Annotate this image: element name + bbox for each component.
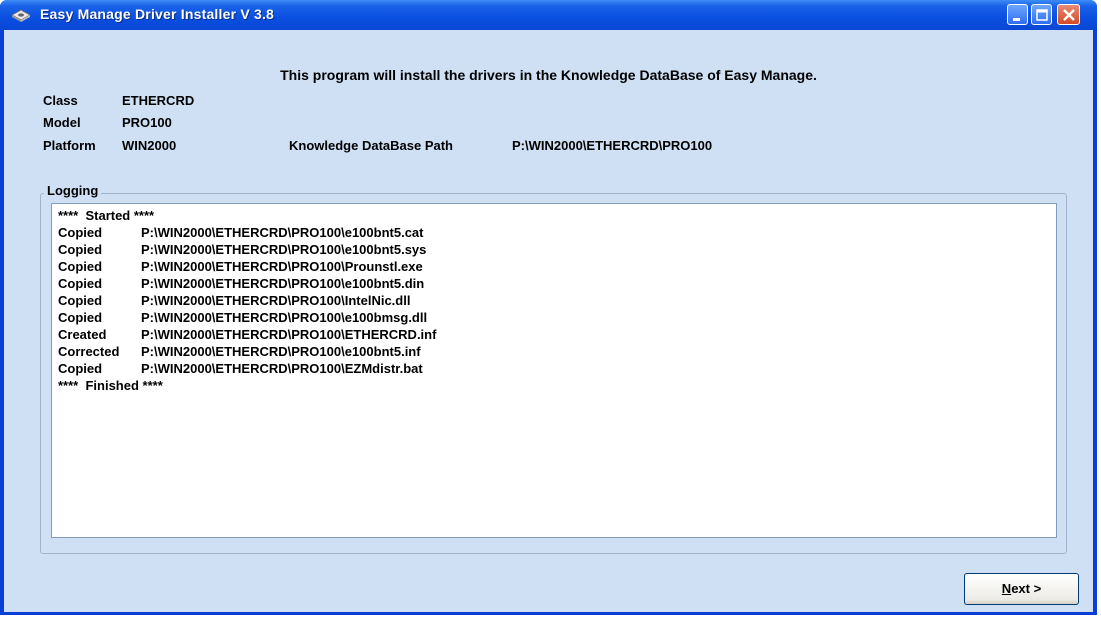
log-entry-path: P:\WIN2000\ETHERCRD\PRO100\ETHERCRD.inf xyxy=(141,327,437,342)
maximize-icon xyxy=(1036,9,1048,21)
log-entry-action: Copied xyxy=(58,259,103,274)
log-entry-row: Copied P:\WIN2000\ETHERCRD\PRO100\Prounst… xyxy=(58,258,1050,275)
log-entry-row: Copied P:\WIN2000\ETHERCRD\PRO100\EZMdist… xyxy=(58,360,1050,377)
log-entry-path: P:\WIN2000\ETHERCRD\PRO100\Prounstl.exe xyxy=(141,259,423,274)
class-value: ETHERCRD xyxy=(122,93,195,108)
model-label: Model xyxy=(43,115,81,130)
next-button-label: ext > xyxy=(1011,581,1042,596)
close-button[interactable] xyxy=(1057,4,1080,25)
log-entry-row: Created P:\WIN2000\ETHERCRD\PRO100\ETHERC… xyxy=(58,326,1050,343)
log-entry-action: Copied xyxy=(58,310,103,325)
log-entry-row: Copied P:\WIN2000\ETHERCRD\PRO100\IntelNi… xyxy=(58,292,1050,309)
kb-path-label: Knowledge DataBase Path xyxy=(289,138,453,153)
log-entry-action: Copied xyxy=(58,293,103,308)
log-entry-action: Corrected xyxy=(58,344,120,359)
log-entry-action: Copied xyxy=(58,361,103,376)
title-bar[interactable]: Easy Manage Driver Installer V 3.8 xyxy=(0,0,1097,30)
log-entry-path: P:\WIN2000\ETHERCRD\PRO100\e100bnt5.inf xyxy=(141,344,421,359)
disk-drive-icon xyxy=(11,9,31,22)
log-entry-row: Copied P:\WIN2000\ETHERCRD\PRO100\e100bnt… xyxy=(58,241,1050,258)
log-entries: Copied P:\WIN2000\ETHERCRD\PRO100\e100bnt… xyxy=(58,224,1050,377)
log-entry-action: Copied xyxy=(58,225,103,240)
log-entry-path: P:\WIN2000\ETHERCRD\PRO100\EZMdistr.bat xyxy=(141,361,423,376)
log-entry-row: Copied P:\WIN2000\ETHERCRD\PRO100\e100bnt… xyxy=(58,275,1050,292)
window-bottom-border xyxy=(0,612,1097,615)
log-textbox[interactable]: **** Started **** Copied P:\WIN2000\ETHER… xyxy=(51,203,1057,538)
log-entry-action: Created xyxy=(58,327,107,342)
log-entry-action: Copied xyxy=(58,276,103,291)
log-entry-row: Corrected P:\WIN2000\ETHERCRD\PRO100\e100… xyxy=(58,343,1050,360)
log-entry-path: P:\WIN2000\ETHERCRD\PRO100\e100bmsg.dll xyxy=(141,310,428,325)
platform-value: WIN2000 xyxy=(122,138,177,153)
next-button[interactable]: Next > xyxy=(964,573,1079,605)
log-end-line: **** Finished **** xyxy=(58,378,163,393)
minimize-icon xyxy=(1013,18,1020,21)
kb-path-value: P:\WIN2000\ETHERCRD\PRO100 xyxy=(512,138,713,153)
log-entry-action: Copied xyxy=(58,242,103,257)
platform-label: Platform xyxy=(43,138,96,153)
next-button-mnemonic: N xyxy=(1001,581,1012,596)
page-title: This program will install the drivers in… xyxy=(280,67,817,83)
maximize-button[interactable] xyxy=(1031,4,1052,25)
log-entry-path: P:\WIN2000\ETHERCRD\PRO100\IntelNic.dll xyxy=(141,293,411,308)
log-start-line: **** Started **** xyxy=(58,208,155,223)
model-value: PRO100 xyxy=(122,115,172,130)
log-entry-row: Copied P:\WIN2000\ETHERCRD\PRO100\e100bnt… xyxy=(58,224,1050,241)
log-entry-path: P:\WIN2000\ETHERCRD\PRO100\e100bnt5.cat xyxy=(141,225,424,240)
minimize-button[interactable] xyxy=(1007,4,1028,25)
window-title: Easy Manage Driver Installer V 3.8 xyxy=(40,6,275,22)
log-entry-path: P:\WIN2000\ETHERCRD\PRO100\e100bnt5.din xyxy=(141,276,425,291)
close-icon xyxy=(1063,9,1075,21)
class-label: Class xyxy=(43,93,78,108)
logging-group-title: Logging xyxy=(44,183,102,198)
log-entry-path: P:\WIN2000\ETHERCRD\PRO100\e100bnt5.sys xyxy=(141,242,427,257)
log-entry-row: Copied P:\WIN2000\ETHERCRD\PRO100\e100bms… xyxy=(58,309,1050,326)
